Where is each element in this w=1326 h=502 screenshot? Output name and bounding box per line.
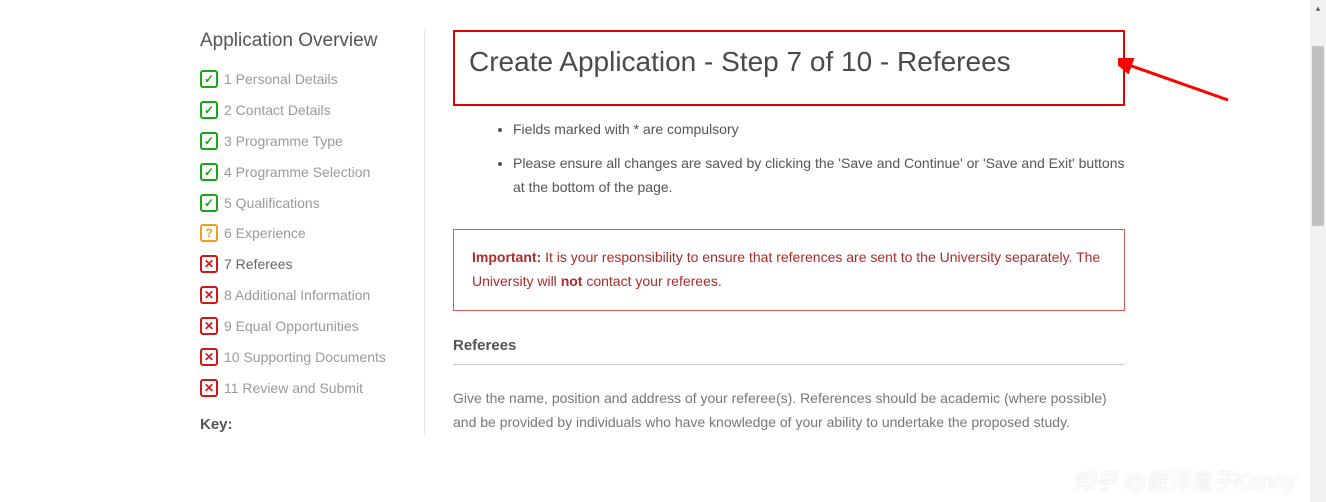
- page-title-annotation-box: Create Application - Step 7 of 10 - Refe…: [453, 30, 1125, 106]
- sidebar-step-programme-selection[interactable]: ✓ 4 Programme Selection: [200, 163, 404, 182]
- step-list: ✓ 1 Personal Details✓ 2 Contact Details✓…: [200, 70, 404, 398]
- question-icon: ?: [200, 224, 218, 242]
- sidebar-step-experience[interactable]: ? 6 Experience: [200, 224, 404, 243]
- main-content: Create Application - Step 7 of 10 - Refe…: [425, 30, 1125, 435]
- sidebar-step-contact-details[interactable]: ✓ 2 Contact Details: [200, 101, 404, 120]
- instruction-item: Fields marked with * are compulsory: [513, 118, 1125, 142]
- cross-icon: ✕: [200, 286, 218, 304]
- instruction-item: Please ensure all changes are saved by c…: [513, 152, 1125, 200]
- sidebar-step-qualifications[interactable]: ✓ 5 Qualifications: [200, 194, 404, 213]
- sidebar-step-label: 2 Contact Details: [224, 101, 331, 120]
- sidebar-step-label: 1 Personal Details: [224, 70, 338, 89]
- important-bold: not: [561, 273, 583, 289]
- important-notice: Important: It is your responsibility to …: [453, 229, 1125, 311]
- chevron-up-icon: ▴: [1316, 3, 1321, 14]
- important-label: Important:: [472, 249, 541, 265]
- cross-icon: ✕: [200, 255, 218, 273]
- checkmark-icon: ✓: [200, 101, 218, 119]
- sidebar-step-additional-information[interactable]: ✕ 8 Additional Information: [200, 286, 404, 305]
- sidebar-step-label: 10 Supporting Documents: [224, 348, 386, 367]
- sidebar-step-review-and-submit[interactable]: ✕ 11 Review and Submit: [200, 379, 404, 398]
- page-title: Create Application - Step 7 of 10 - Refe…: [469, 46, 1109, 78]
- sidebar-step-label: 3 Programme Type: [224, 132, 343, 151]
- cross-icon: ✕: [200, 379, 218, 397]
- cross-icon: ✕: [200, 348, 218, 366]
- sidebar-step-programme-type[interactable]: ✓ 3 Programme Type: [200, 132, 404, 151]
- application-overview-sidebar: Application Overview ✓ 1 Personal Detail…: [200, 30, 425, 435]
- checkmark-icon: ✓: [200, 70, 218, 88]
- watermark: 知乎 @假洋鬼子Kenny: [1073, 464, 1296, 496]
- sidebar-step-equal-opportunities[interactable]: ✕ 9 Equal Opportunities: [200, 317, 404, 336]
- sidebar-step-label: 9 Equal Opportunities: [224, 317, 359, 336]
- referees-section-text: Give the name, position and address of y…: [453, 387, 1125, 435]
- sidebar-step-label: 4 Programme Selection: [224, 163, 370, 182]
- sidebar-step-label: 6 Experience: [224, 224, 306, 243]
- sidebar-heading: Application Overview: [200, 30, 404, 52]
- checkmark-icon: ✓: [200, 163, 218, 181]
- scroll-up-button[interactable]: ▴: [1310, 0, 1326, 16]
- sidebar-step-label: 11 Review and Submit: [224, 379, 363, 398]
- cross-icon: ✕: [200, 317, 218, 335]
- sidebar-step-label: 8 Additional Information: [224, 286, 370, 305]
- scrollbar-thumb[interactable]: [1312, 46, 1324, 226]
- important-text: contact your referees.: [582, 273, 721, 289]
- checkmark-icon: ✓: [200, 132, 218, 150]
- instruction-list: Fields marked with * are compulsory Plea…: [453, 118, 1125, 199]
- sidebar-step-label: 7 Referees: [224, 255, 292, 274]
- sidebar-step-label: 5 Qualifications: [224, 194, 320, 213]
- checkmark-icon: ✓: [200, 194, 218, 212]
- referees-section-heading: Referees: [453, 337, 1125, 365]
- sidebar-step-supporting-documents[interactable]: ✕ 10 Supporting Documents: [200, 348, 404, 367]
- sidebar-step-referees[interactable]: ✕ 7 Referees: [200, 255, 404, 274]
- key-label: Key:: [200, 416, 404, 433]
- scrollbar-track[interactable]: ▴: [1310, 0, 1326, 502]
- sidebar-step-personal-details[interactable]: ✓ 1 Personal Details: [200, 70, 404, 89]
